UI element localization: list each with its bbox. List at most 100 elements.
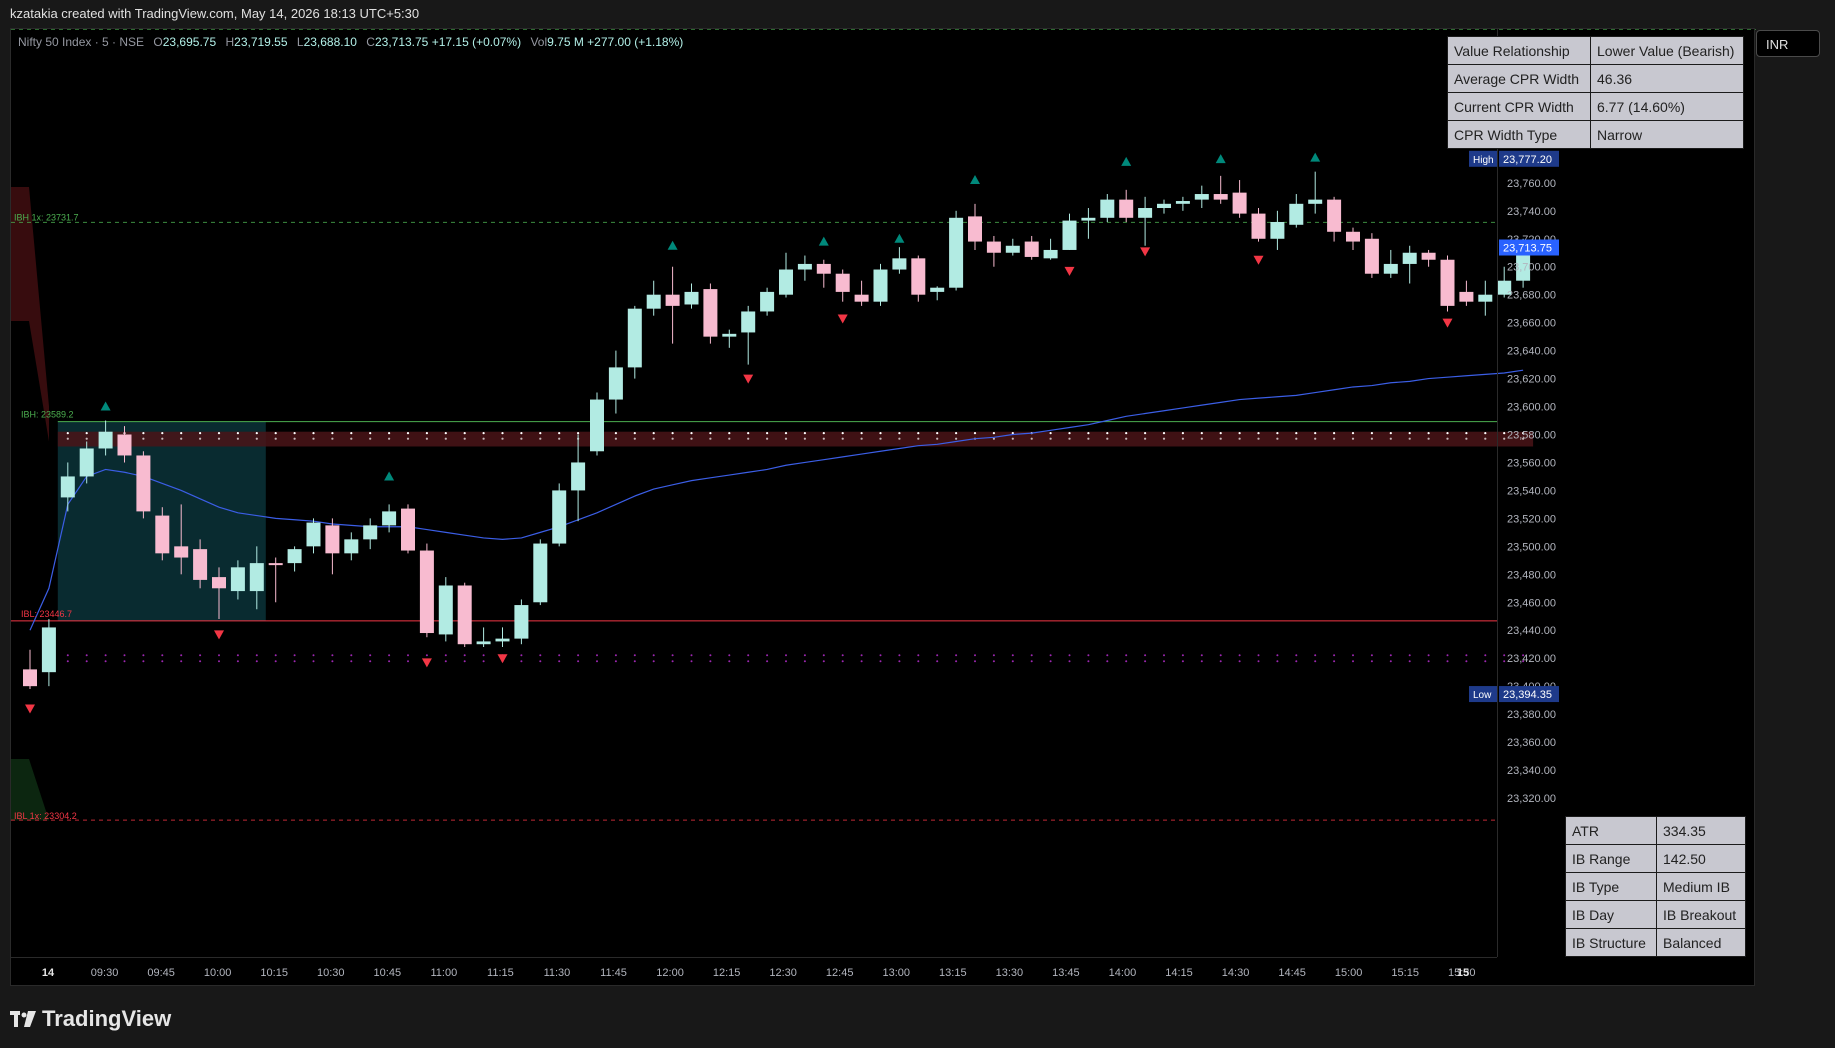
sell-signal-arrow — [421, 658, 432, 668]
high-label: H — [225, 35, 235, 49]
candle-body — [684, 291, 699, 305]
support-dot — [1484, 660, 1487, 663]
candle-body — [665, 294, 680, 306]
tradingview-logo-icon — [10, 1011, 36, 1027]
table-cell: Lower Value (Bearish) — [1590, 36, 1744, 65]
support-dot — [1200, 654, 1203, 657]
ibh-1x-label: IBH 1x: 23731.7 — [14, 212, 79, 222]
cpr-dot — [369, 437, 372, 440]
support-dot — [1370, 660, 1373, 663]
table-cell: Balanced — [1656, 928, 1746, 957]
cpr-dot — [199, 432, 202, 435]
cpr-dot — [1106, 432, 1109, 435]
candle-body — [306, 522, 321, 547]
sell-signal-arrow — [1064, 266, 1075, 276]
cpr-dot — [406, 432, 410, 435]
cpr-dot — [85, 437, 88, 440]
table-cell: Medium IB — [1656, 872, 1746, 901]
support-dot — [1238, 660, 1241, 663]
prior-zone-red — [11, 187, 49, 442]
cpr-dot — [1314, 437, 1317, 440]
cpr-dot — [1314, 432, 1317, 435]
x-tick-label: 11:45 — [600, 967, 627, 979]
chart-area[interactable]: IBH: 23589.2 IBL: 23446.7 IBH 1x: 23731.7 I… — [10, 28, 1756, 987]
cpr-dot — [1484, 437, 1487, 440]
last-price-price-label: 23,713.75 — [1503, 243, 1552, 255]
table-cell: IB Range — [1565, 844, 1657, 873]
support-dot — [633, 654, 636, 657]
candlestick-chart[interactable]: IBH: 23589.2 IBL: 23446.7 IBH 1x: 23731.7 I… — [11, 29, 1756, 987]
support-dot — [596, 660, 598, 663]
cpr-dot — [1503, 432, 1506, 435]
candle-body — [344, 539, 359, 554]
support-dot — [766, 654, 769, 657]
support-dot — [1125, 654, 1128, 657]
support-dot — [293, 660, 296, 663]
buy-signal-arrow — [100, 401, 111, 411]
table-cell: IB Structure — [1565, 928, 1657, 957]
candle-body — [1308, 199, 1323, 204]
candle-body — [741, 311, 756, 333]
buy-signal-arrow — [1310, 152, 1321, 162]
candle-body — [911, 258, 926, 295]
currency-button[interactable]: INR — [1756, 30, 1820, 57]
cpr-dot — [142, 432, 145, 435]
candle-body — [1138, 208, 1153, 218]
support-dot — [1068, 654, 1071, 657]
support-dot — [860, 660, 863, 663]
candle-body — [1383, 263, 1398, 274]
cpr-dot — [1446, 432, 1449, 435]
candle-body — [930, 287, 945, 292]
support-dot — [558, 654, 561, 657]
support-dot — [614, 660, 617, 663]
support-dot — [1314, 654, 1317, 657]
y-tick-label: 23,580.00 — [1507, 430, 1556, 442]
cpr-dot — [331, 432, 334, 435]
support-dot — [917, 660, 920, 663]
support-dot — [1219, 660, 1222, 663]
support-dot — [1389, 654, 1392, 657]
support-dot — [596, 654, 598, 657]
table-cell: Average CPR Width — [1447, 64, 1591, 93]
support-dot — [388, 660, 391, 663]
close-label: C — [366, 35, 375, 49]
support-dot — [898, 660, 901, 663]
cpr-dot — [690, 432, 693, 435]
x-tick-label: 15 — [1457, 967, 1469, 979]
cpr-dot — [1144, 437, 1147, 440]
support-dot — [1446, 660, 1449, 663]
table-row: ATR 334.35 — [1565, 816, 1746, 845]
support-dot — [123, 654, 126, 657]
support-dot — [992, 654, 995, 657]
cpr-dot — [822, 432, 825, 435]
sell-signal-arrow — [1140, 247, 1151, 257]
cpr-dot — [1484, 432, 1487, 435]
support-dot — [955, 660, 958, 663]
support-dot — [1503, 654, 1506, 657]
cpr-dot — [1389, 437, 1392, 440]
cpr-dot — [1408, 437, 1411, 440]
candle-body — [1440, 259, 1455, 306]
candle-body — [816, 263, 831, 274]
x-tick-label: 12:15 — [713, 967, 741, 979]
y-tick-label: 23,620.00 — [1507, 374, 1556, 386]
cpr-dot — [1125, 432, 1128, 435]
symbol-label[interactable]: Nifty 50 Index · 5 · NSE — [18, 35, 144, 49]
tradingview-logo[interactable]: TradingView — [10, 1006, 171, 1032]
cpr-dot — [728, 437, 731, 440]
candle-body — [23, 669, 37, 687]
support-dot — [1295, 660, 1298, 663]
brand-name: TradingView — [42, 1006, 172, 1031]
candle-body — [136, 455, 151, 512]
cpr-dot — [539, 432, 542, 435]
cpr-dot — [955, 432, 958, 435]
cpr-dot — [1389, 432, 1392, 435]
cpr-dot — [312, 437, 315, 440]
y-tick-label: 23,760.00 — [1507, 178, 1556, 190]
support-dot — [1484, 654, 1487, 657]
cpr-dot — [1333, 437, 1336, 440]
ibl-label: IBL: 23446.7 — [21, 609, 72, 619]
cpr-dot — [1162, 437, 1166, 440]
table-row: CPR Width Type Narrow — [1447, 120, 1744, 149]
table-cell: 46.36 — [1590, 64, 1744, 93]
